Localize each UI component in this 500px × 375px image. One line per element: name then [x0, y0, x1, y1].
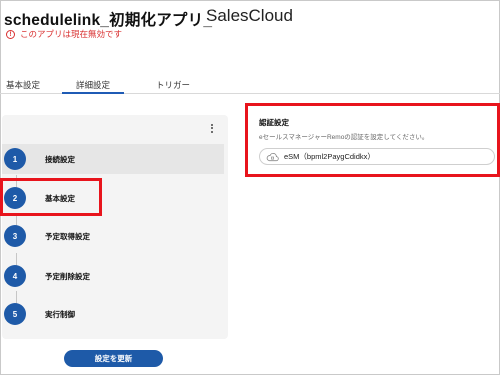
kebab-menu-icon[interactable]: [211, 122, 213, 134]
highlight-step-2: [0, 178, 102, 216]
highlight-auth-section: [245, 103, 500, 177]
steps-panel: 1 接続設定 2 基本設定 3 予定取得設定 4 予定削除設定 5 実行制御: [2, 115, 228, 339]
step-number: 3: [4, 225, 26, 247]
tab-basic-settings[interactable]: 基本設定: [6, 79, 40, 91]
step-number: 4: [4, 265, 26, 287]
step-number: 1: [4, 148, 26, 170]
step-label: 予定削除設定: [45, 271, 90, 281]
step-item-delete[interactable]: 4 予定削除設定: [2, 261, 224, 291]
warning-icon: !: [6, 29, 15, 39]
flow-title: schedulelink_初期化アプリ_: [4, 12, 213, 29]
tab-bar: 基本設定 詳細設定 トリガー: [0, 76, 500, 94]
app-name: SalesCloud: [206, 6, 293, 25]
tab-advanced-settings[interactable]: 詳細設定: [76, 79, 110, 91]
step-label: 予定取得設定: [45, 231, 90, 241]
warning-text: このアプリは現在無効です: [20, 29, 123, 39]
inactive-warning: ! このアプリは現在無効です: [6, 28, 122, 40]
update-settings-button[interactable]: 設定を更新: [64, 350, 163, 367]
active-tab-indicator: [62, 92, 124, 94]
step-item-execution[interactable]: 5 実行制御: [2, 299, 224, 329]
tab-trigger[interactable]: トリガー: [156, 79, 190, 91]
step-item-fetch[interactable]: 3 予定取得設定: [2, 221, 224, 251]
step-number: 5: [4, 303, 26, 325]
step-label: 実行制御: [45, 309, 75, 319]
step-item-connection[interactable]: 1 接続設定: [2, 144, 224, 174]
step-label: 接続設定: [45, 154, 75, 164]
